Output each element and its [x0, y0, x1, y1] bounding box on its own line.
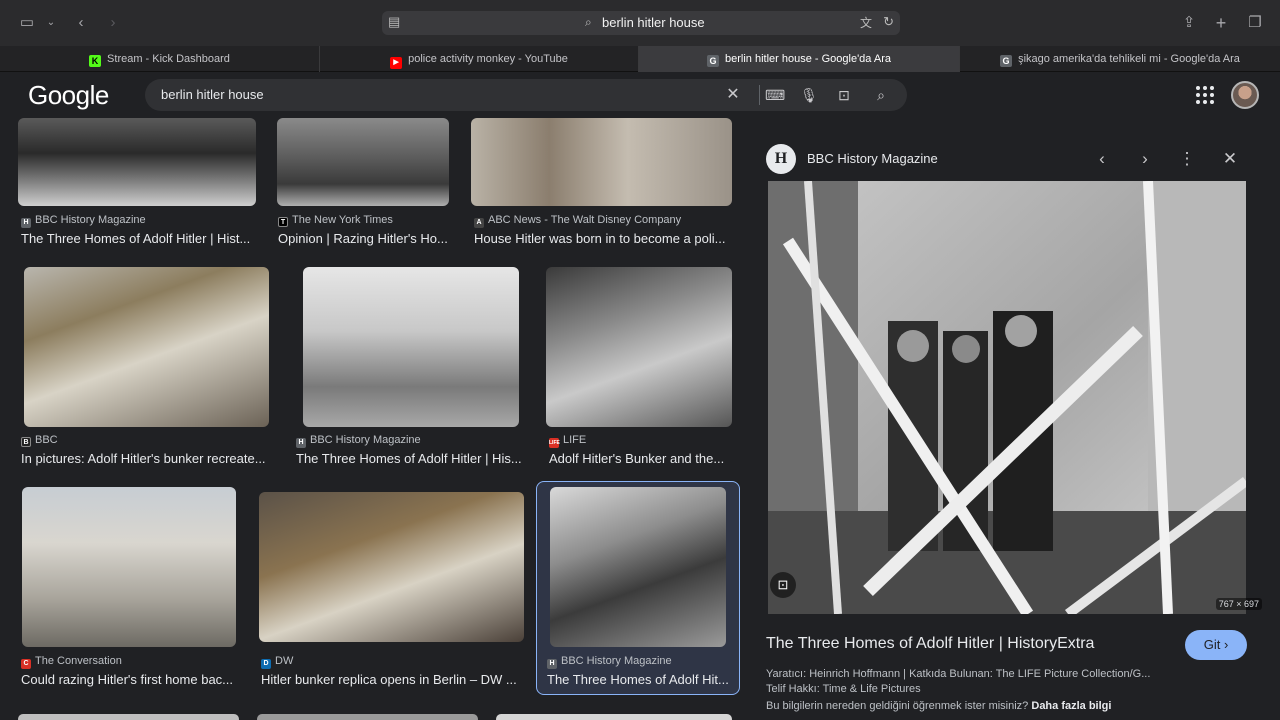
site-favicon: H — [547, 659, 557, 669]
visit-button-label: Git — [1203, 637, 1221, 652]
next-icon[interactable]: › — [1134, 148, 1156, 170]
source-logo[interactable]: H — [766, 144, 796, 174]
result-title[interactable]: The Three Homes of Adolf Hitler | Hist..… — [21, 231, 253, 246]
keyboard-icon[interactable]: ⌨ — [765, 85, 785, 105]
info-link[interactable]: Daha fazla bilgi — [1031, 700, 1111, 712]
microphone-icon[interactable]: 🎙 — [799, 85, 819, 105]
info-question: Bu bilgilerin nereden geldiğini öğrenmek… — [766, 700, 1029, 712]
result-source[interactable]: H BBC History Magazine — [547, 655, 672, 669]
close-icon[interactable]: ✕ — [1219, 148, 1241, 170]
search-icon[interactable]: ⌕ — [871, 85, 891, 105]
source-name[interactable]: BBC History Magazine — [807, 151, 938, 166]
visit-button[interactable]: Git › — [1185, 630, 1247, 660]
site-favicon: LIFE — [549, 438, 560, 448]
google-icon: G — [707, 55, 719, 67]
result-title[interactable]: House Hitler was born in to become a pol… — [474, 231, 732, 246]
result-thumbnail[interactable] — [277, 118, 449, 206]
share-icon[interactable]: ⇪ — [1178, 12, 1200, 34]
result-thumbnail[interactable] — [259, 492, 524, 642]
image-info: Bu bilgilerin nereden geldiğini öğrenmek… — [766, 700, 1111, 712]
image-copyright: Telif Hakkı: Time & Life Pictures — [766, 683, 921, 695]
translate-icon[interactable]: 文 — [860, 14, 872, 31]
result-source[interactable]: LIFE LIFE — [549, 434, 586, 448]
preview-image[interactable] — [768, 181, 1246, 614]
apps-icon[interactable] — [1196, 86, 1214, 104]
result-thumbnail[interactable] — [257, 714, 478, 720]
search-icon: ⌕ — [585, 15, 592, 29]
divider — [759, 85, 760, 105]
image-preview-panel: H BBC History Magazine ‹ › ⋮ ✕ ⊡ 767 × 6… — [752, 118, 1280, 720]
result-title[interactable]: In pictures: Adolf Hitler's bunker recre… — [21, 451, 271, 466]
site-favicon: T — [278, 217, 288, 227]
result-source[interactable]: H BBC History Magazine — [296, 434, 421, 448]
sidebar-icon[interactable]: ▭ — [16, 12, 38, 34]
result-thumbnail[interactable] — [496, 714, 732, 720]
address-text: berlin hitler house — [602, 15, 705, 30]
tab-bar: K Stream - Kick Dashboard ▶ police activit… — [0, 46, 1280, 72]
tab-overview-icon[interactable]: ❐ — [1244, 12, 1266, 34]
result-thumbnail[interactable] — [22, 487, 236, 647]
site-favicon: H — [21, 218, 31, 228]
result-thumbnail[interactable] — [24, 267, 269, 427]
clear-icon[interactable]: ✕ — [723, 85, 743, 105]
image-creator: Yaratıcı: Heinrich Hoffmann | Katkıda Bu… — [766, 668, 1151, 680]
tab-kick[interactable]: K Stream - Kick Dashboard — [0, 46, 320, 72]
image-results-grid: H BBC History Magazine The Three Homes of… — [0, 118, 752, 720]
tab-label: Stream - Kick Dashboard — [107, 53, 230, 65]
tab-google-active[interactable]: Gberlin hitler house - Google'da Ara — [639, 46, 960, 72]
result-source[interactable]: B BBC — [21, 434, 58, 447]
youtube-icon: ▶ — [390, 57, 403, 69]
kick-icon: K — [89, 55, 102, 67]
tab-google-2[interactable]: Gşikago amerika'da tehlikeli mi - Google… — [960, 46, 1280, 72]
preview-title[interactable]: The Three Homes of Adolf Hitler | Histor… — [766, 635, 1094, 653]
result-title[interactable]: Opinion | Razing Hitler's Ho... — [278, 231, 450, 246]
google-logo[interactable]: Google — [28, 80, 109, 111]
chevron-right-icon: › — [1223, 637, 1229, 652]
result-thumbnail[interactable] — [303, 267, 519, 427]
image-dimensions: 767 × 697 — [1215, 598, 1262, 610]
address-bar[interactable]: ▤ ⌕ berlin hitler house 文 ↻ — [382, 11, 900, 35]
result-thumbnail[interactable] — [18, 118, 256, 206]
google-header: Google berlin hitler house ✕ ⌨ 🎙 ⊡ ⌕ — [0, 72, 1280, 118]
previous-icon[interactable]: ‹ — [1091, 148, 1113, 170]
tab-youtube[interactable]: ▶ police activity monkey - YouTube — [320, 46, 639, 72]
preview-photo — [768, 181, 1246, 614]
result-thumbnail[interactable] — [550, 487, 726, 647]
search-box[interactable]: berlin hitler house ✕ ⌨ 🎙 ⊡ ⌕ — [145, 79, 907, 111]
result-thumbnail[interactable] — [471, 118, 732, 206]
lens-icon[interactable]: ⊡ — [834, 85, 854, 105]
site-favicon: C — [21, 659, 31, 669]
back-icon[interactable]: ‹ — [70, 12, 92, 34]
site-favicon: H — [296, 438, 306, 448]
site-favicon: B — [21, 437, 31, 447]
result-title[interactable]: The Three Homes of Adolf Hitler | His... — [296, 451, 524, 466]
lens-search-icon[interactable]: ⊡ — [770, 572, 796, 598]
new-tab-icon[interactable]: + — [1210, 12, 1232, 34]
result-source[interactable]: D DW — [261, 655, 293, 669]
account-avatar[interactable] — [1231, 81, 1259, 109]
page-icon: ▤ — [388, 14, 401, 29]
reload-icon[interactable]: ↻ — [883, 14, 894, 30]
site-favicon: D — [261, 659, 271, 669]
search-input[interactable]: berlin hitler house — [161, 87, 264, 102]
result-thumbnail[interactable] — [18, 714, 239, 720]
result-source[interactable]: C The Conversation — [21, 655, 122, 669]
chevron-down-icon[interactable]: ⌄ — [40, 12, 62, 34]
tab-label: police activity monkey - YouTube — [408, 53, 568, 65]
result-title[interactable]: Could razing Hitler's first home bac... — [21, 672, 239, 687]
result-source[interactable]: T The New York Times — [278, 214, 393, 227]
google-icon: G — [1000, 55, 1013, 67]
result-title[interactable]: Adolf Hitler's Bunker and the... — [549, 451, 732, 466]
more-options-icon[interactable]: ⋮ — [1176, 148, 1198, 170]
result-source[interactable]: H BBC History Magazine — [21, 214, 146, 228]
result-source[interactable]: A ABC News - The Walt Disney Company — [474, 214, 681, 228]
site-favicon: A — [474, 218, 484, 228]
browser-toolbar: ▭ ⌄ ‹ › ▤ ⌕ berlin hitler house 文 ↻ ⇪ + … — [0, 0, 1280, 46]
tab-label: berlin hitler house - Google'da Ara — [725, 53, 891, 65]
tab-label: şikago amerika'da tehlikeli mi - Google'… — [1018, 53, 1240, 65]
forward-icon[interactable]: › — [102, 12, 124, 34]
result-thumbnail[interactable] — [546, 267, 732, 427]
result-title[interactable]: The Three Homes of Adolf Hit... — [547, 672, 731, 687]
result-title[interactable]: Hitler bunker replica opens in Berlin – … — [261, 672, 523, 687]
